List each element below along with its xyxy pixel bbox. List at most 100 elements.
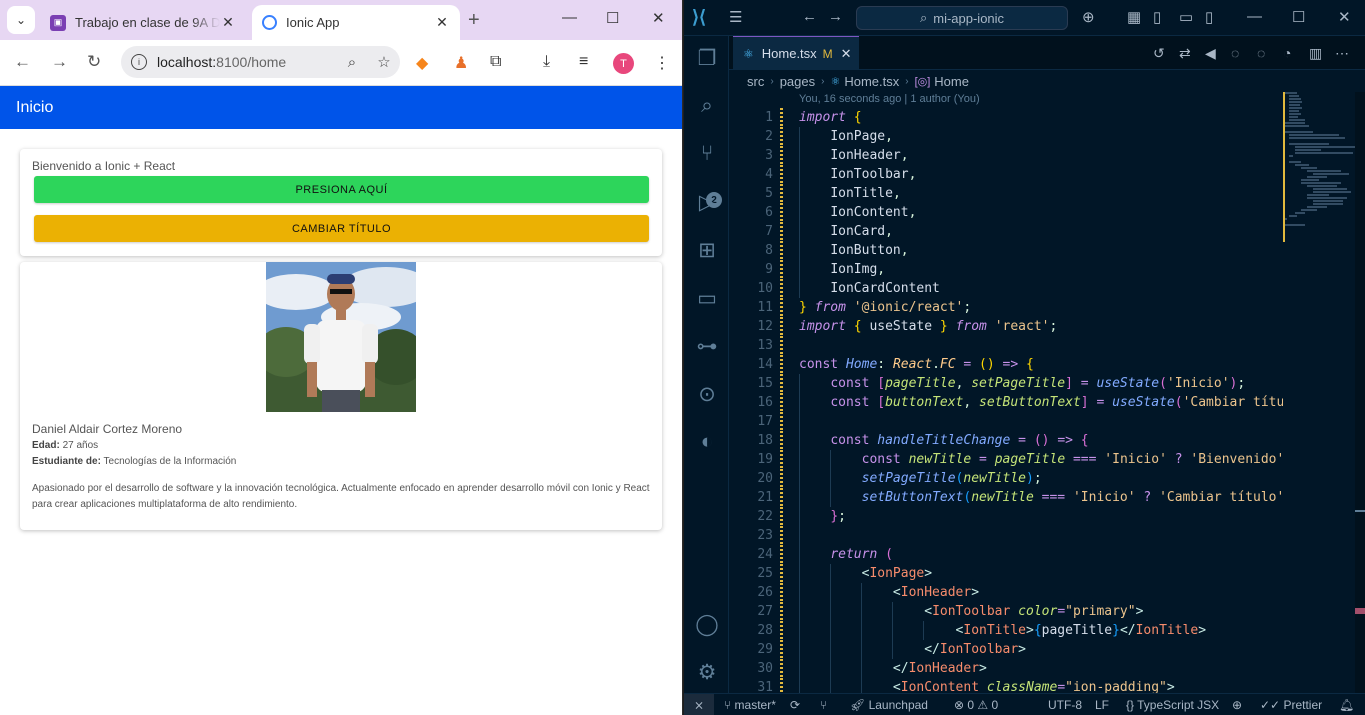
menu-kebab-icon[interactable]: ⋮ <box>654 53 670 73</box>
eol-status[interactable]: LF <box>1095 698 1109 712</box>
extension-icon[interactable]: ♟ <box>454 53 468 73</box>
braces-icon: {} <box>1126 698 1138 712</box>
git-graph-status-icon[interactable]: ⑂ <box>820 698 827 712</box>
download-icon[interactable]: ⤓ <box>543 53 550 71</box>
minimize-icon[interactable]: — <box>562 9 577 26</box>
breadcrumb-symbol[interactable]: Home <box>934 74 969 89</box>
code-line: 16 const [buttonText, setButtonText] = u… <box>757 393 1283 412</box>
github-icon[interactable]: ◐ <box>694 430 720 456</box>
metamask-icon[interactable]: ◆ <box>416 53 428 73</box>
student-line: Estudiante de: Tecnologías de la Informa… <box>32 456 650 467</box>
rocket-icon: 🚀︎ <box>850 698 869 712</box>
explorer-icon[interactable]: ❐ <box>694 46 720 72</box>
close-icon[interactable]: ✕ <box>220 14 236 31</box>
error-icon: ⊗ <box>954 698 968 712</box>
code-editor[interactable]: 1 import { 2 IonPage, 3 IonHeader, 4 IonT… <box>729 108 1283 698</box>
more-actions-icon[interactable]: ⋯ <box>1335 45 1349 62</box>
site-info-icon[interactable]: i <box>131 54 147 70</box>
extensions-icon[interactable]: ⊞ <box>694 238 720 264</box>
run-debug-icon[interactable]: ▷ <box>694 190 720 216</box>
remote-explorer-icon[interactable]: ▭ <box>694 286 720 312</box>
command-center-search[interactable]: ⌕ mi-app-ionic <box>856 6 1068 30</box>
change-title-button[interactable]: CAMBIAR TÍTULO <box>34 215 649 242</box>
menu-hamburger-icon[interactable]: ☰ <box>729 8 742 26</box>
activity-bar: ❐ ⌕ ⑂ 2 ▷ ⊞ ▭ ⊶ ⊙ ◐ ◯ ⚙ <box>684 36 729 693</box>
new-tab-button[interactable]: + <box>468 9 480 32</box>
code-line: 22 }; <box>757 507 846 526</box>
account-icon[interactable]: ◯ <box>694 612 720 638</box>
sync-icon[interactable]: ⟳ <box>790 698 800 712</box>
compare-icon[interactable]: ⇄ <box>1179 45 1191 62</box>
zoom-icon[interactable]: ⌕ <box>336 54 368 71</box>
toggle-secondary-sidebar-icon[interactable]: ▯ <box>1205 8 1213 26</box>
maximize-icon[interactable]: ☐ <box>606 9 619 27</box>
settings-gear-icon[interactable]: ⚙ <box>694 660 720 686</box>
source-control-icon[interactable]: ⑂ <box>694 142 720 168</box>
vscode-titlebar: ⟩⟨ ☰ ← → ⌕ mi-app-ionic ⊕ ▦ ▯ ▭ ▯ — ☐ ✕ <box>684 0 1365 36</box>
modified-indicator: M <box>822 46 833 61</box>
close-icon[interactable]: ✕ <box>841 46 852 62</box>
warning-icon: ⚠ <box>977 698 992 712</box>
maximize-icon[interactable]: ☐ <box>1292 8 1305 26</box>
code-line: 15 const [pageTitle, setPageTitle] = use… <box>757 374 1246 393</box>
close-icon[interactable]: ✕ <box>434 14 450 31</box>
next-change-icon[interactable]: ◌ <box>1257 45 1265 61</box>
prettier-status[interactable]: ✓✓ Prettier <box>1260 698 1322 712</box>
browser-tab-ionic[interactable]: Ionic App ✕ <box>252 5 460 40</box>
media-control-icon[interactable]: ≡ <box>579 53 588 71</box>
minimize-icon[interactable]: — <box>1247 8 1262 25</box>
minimap[interactable] <box>1283 92 1355 262</box>
reload-icon[interactable]: ↻ <box>87 52 101 72</box>
close-window-icon[interactable]: ✕ <box>652 9 665 27</box>
open-changes-icon[interactable]: ◀ <box>1205 45 1216 62</box>
git-graph-icon[interactable]: ⊶ <box>694 334 720 360</box>
press-here-button[interactable]: PRESIONA AQUÍ <box>34 176 649 203</box>
classroom-icon: ▣ <box>50 14 66 31</box>
copilot-status-icon[interactable]: ⊕ <box>1232 698 1242 712</box>
tab-title: Ionic App <box>286 15 340 30</box>
toggle-panel-icon[interactable]: ▭ <box>1179 8 1193 26</box>
address-bar[interactable]: i localhost:8100/home ⌕ ☆ <box>121 46 400 78</box>
back-icon[interactable]: ← <box>802 8 817 25</box>
bookmark-star-icon[interactable]: ☆ <box>368 53 400 71</box>
editor-tab-home[interactable]: ⚛ Home.tsx M ✕ <box>733 36 859 70</box>
browser-tab-classroom[interactable]: ▣ Trabajo en clase de 9A Des ✕ <box>40 5 246 40</box>
code-line: 23 <box>729 526 1283 545</box>
layout-icon[interactable]: ▦ <box>1127 8 1141 26</box>
timeline-icon[interactable]: ↺ <box>1153 45 1165 62</box>
copilot-icon[interactable]: ⊕ <box>1082 8 1095 26</box>
profile-avatar[interactable]: T <box>613 53 634 74</box>
vscode-logo-icon: ⟩⟨ <box>692 7 707 27</box>
breadcrumb-file[interactable]: Home.tsx <box>844 74 899 89</box>
split-editor-icon[interactable]: ▥ <box>1309 45 1322 62</box>
extensions-puzzle-icon[interactable]: ⧉ <box>490 53 501 71</box>
git-branch[interactable]: ⑂ master* <box>724 698 776 712</box>
remote-indicator-icon[interactable]: ⨯ <box>684 694 714 715</box>
notifications-bell-icon[interactable]: 🔔︎ <box>1339 698 1354 712</box>
code-line: 20 setPageTitle(newTitle); <box>757 469 1042 488</box>
chevron-down-icon: ⌄ <box>15 13 27 27</box>
url-text[interactable]: localhost:8100/home <box>157 54 336 70</box>
toggle-sidebar-icon[interactable]: ▯ <box>1153 8 1161 26</box>
forward-icon[interactable]: → <box>51 52 68 72</box>
launchpad-status[interactable]: 🚀︎ Launchpad <box>850 698 928 712</box>
age-label: Edad: <box>32 440 60 451</box>
git-lens-icon[interactable]: ◔ <box>1283 45 1291 61</box>
breadcrumb-pages[interactable]: pages <box>780 74 815 89</box>
back-icon[interactable]: ← <box>14 52 31 72</box>
tab-search-button[interactable]: ⌄ <box>7 6 35 34</box>
code-line: 4 IonToolbar, <box>765 165 917 184</box>
search-icon[interactable]: ⌕ <box>694 94 720 120</box>
code-line: 19 const newTitle = pageTitle === 'Inici… <box>757 450 1283 469</box>
language-status[interactable]: {} TypeScript JSX <box>1126 698 1219 712</box>
forward-icon[interactable]: → <box>828 8 843 25</box>
encoding-status[interactable]: UTF-8 <box>1048 698 1082 712</box>
problems-status[interactable]: ⊗ 0 ⚠ 0 <box>954 698 998 712</box>
previous-change-icon[interactable]: ◌ <box>1231 45 1239 61</box>
close-window-icon[interactable]: ✕ <box>1338 8 1351 26</box>
breadcrumb-src[interactable]: src <box>747 74 764 89</box>
timeline-icon[interactable]: ⊙ <box>694 382 720 408</box>
editor-scrollbar[interactable] <box>1355 92 1365 698</box>
status-bar: ⨯ ⑂ master* ⟳ ⑂ 🚀︎ Launchpad ⊗ 0 ⚠ 0 UTF… <box>684 693 1365 715</box>
profile-photo <box>266 262 416 412</box>
